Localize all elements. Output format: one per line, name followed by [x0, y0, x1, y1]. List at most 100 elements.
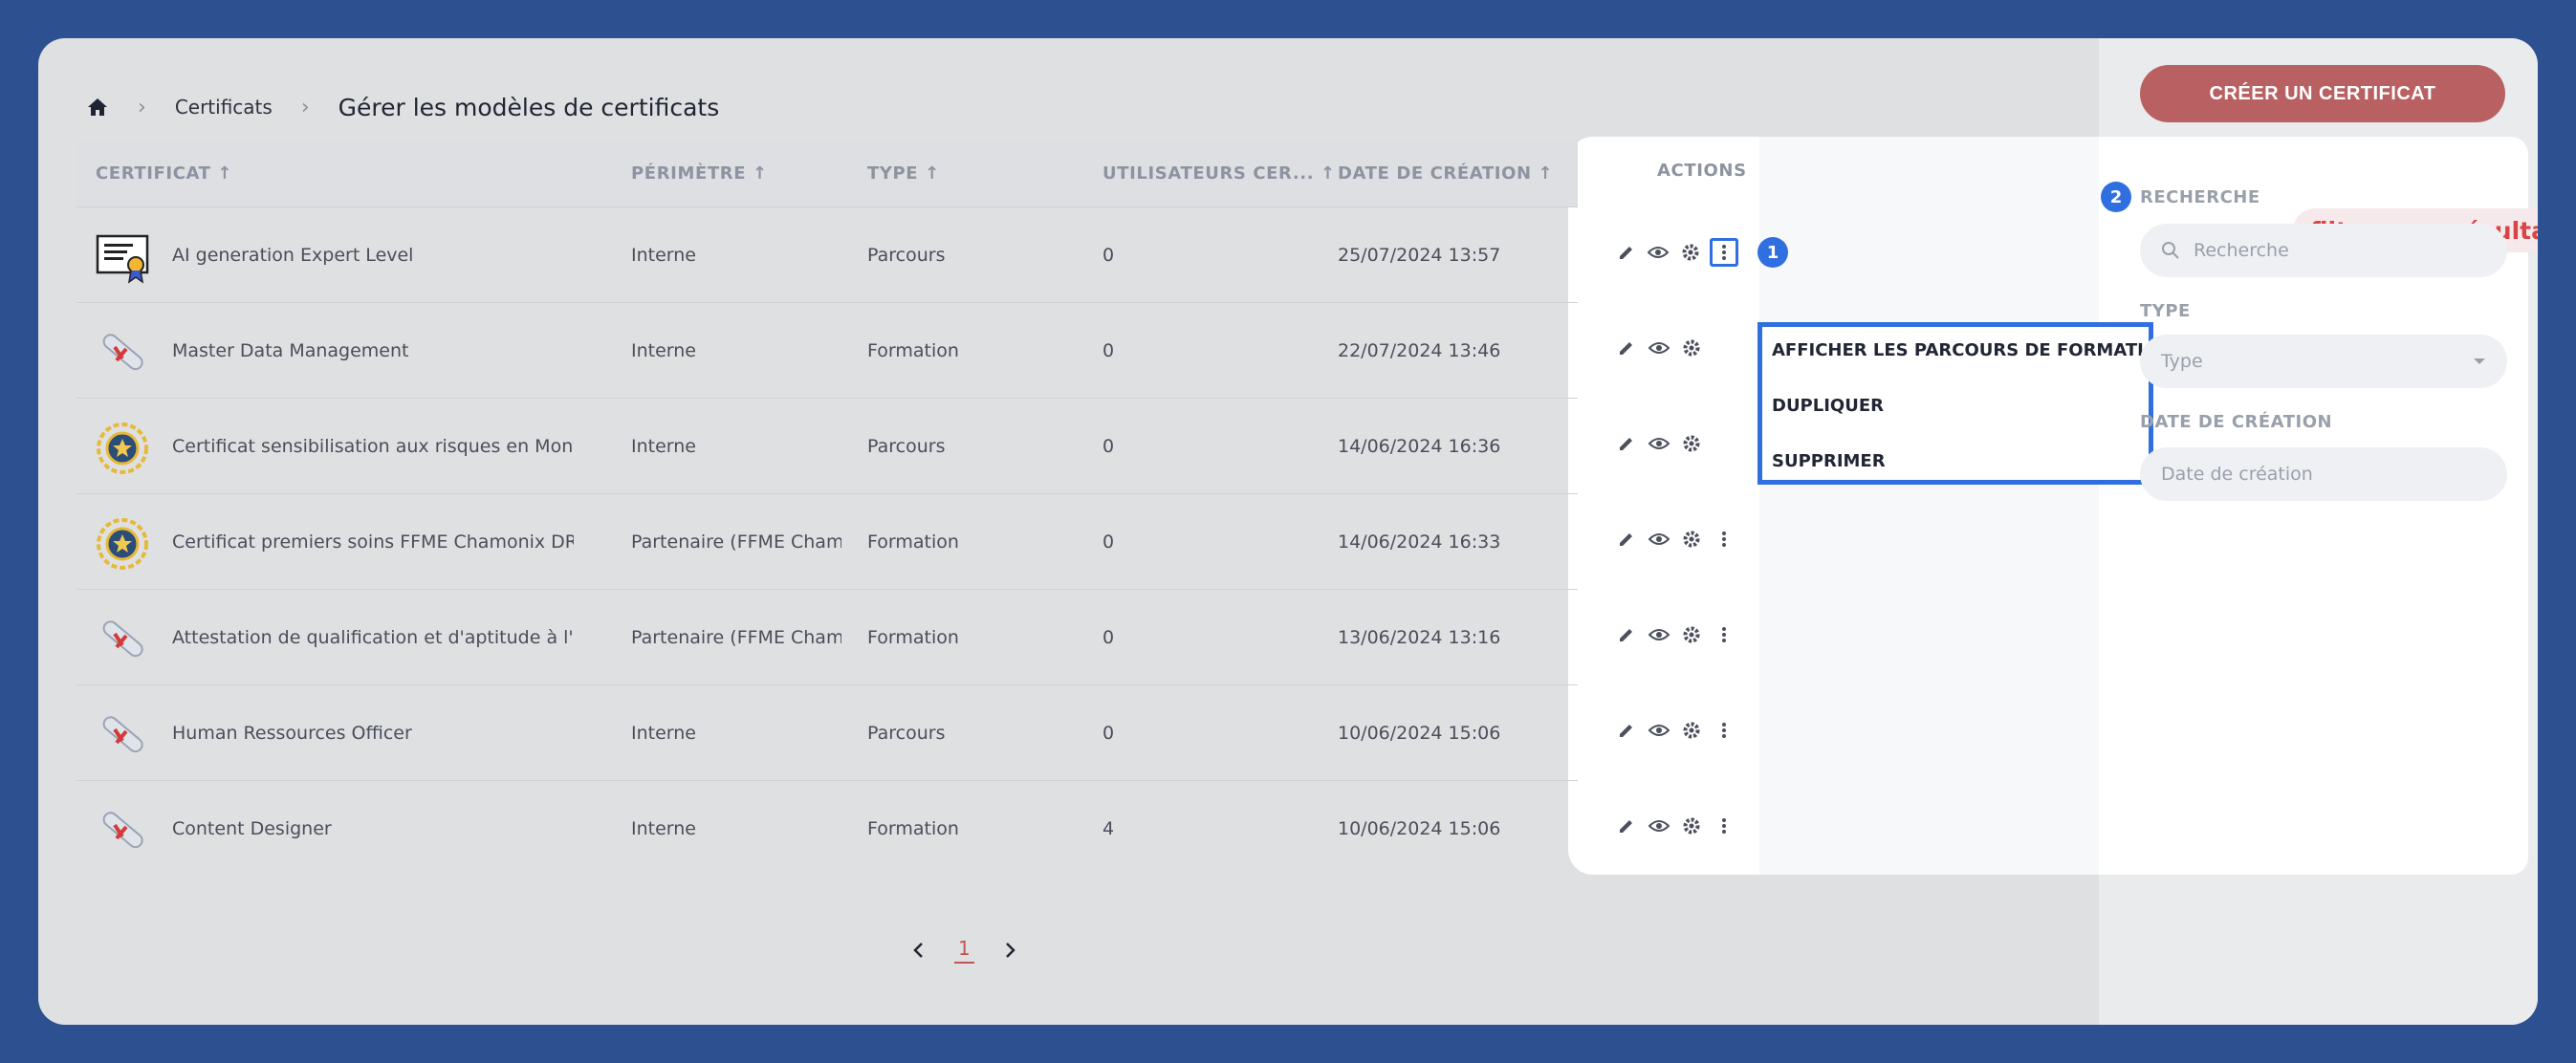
view-icon[interactable] [1646, 240, 1670, 265]
settings-icon[interactable] [1678, 240, 1702, 265]
col-header-users[interactable]: UTILISATEURS CER... ↑ [1102, 163, 1336, 184]
cert-users: 0 [1102, 626, 1115, 648]
cert-name: Content Designer [172, 817, 332, 839]
menu-delete[interactable]: SUPPRIMER [1772, 451, 1886, 471]
view-icon[interactable] [1647, 527, 1671, 552]
cert-type: Parcours [867, 722, 946, 744]
menu-area-highlight [1759, 137, 2099, 875]
col-header-certificat[interactable]: CERTIFICAT ↑ [96, 163, 232, 184]
cert-type: Formation [867, 817, 959, 839]
table-row[interactable]: Master Data Management Interne Formation… [76, 303, 1578, 399]
view-icon[interactable] [1647, 431, 1671, 456]
cert-perimetre: Interne [631, 435, 696, 457]
col-header-actions: ACTIONS [1657, 161, 1747, 181]
cert-type: Parcours [867, 435, 946, 457]
edit-icon[interactable] [1614, 527, 1639, 552]
table-row[interactable]: Human Ressources Officer Interne Parcour… [76, 685, 1578, 781]
diploma-scroll-icon [102, 620, 143, 658]
settings-icon[interactable] [1679, 622, 1704, 647]
cert-name: Attestation de qualification et d'aptitu… [172, 626, 574, 648]
table-row[interactable]: Certificat sensibilisation aux risques e… [76, 399, 1578, 494]
more-options-icon[interactable] [1712, 622, 1736, 647]
row-actions [1614, 812, 1738, 840]
settings-icon[interactable] [1679, 718, 1704, 743]
cert-users: 0 [1102, 435, 1115, 457]
main-card: › Certificats › Gérer les modèles de cer… [38, 38, 2538, 1025]
cert-type: Formation [867, 339, 959, 361]
cert-type: Formation [867, 531, 959, 553]
home-icon[interactable] [86, 96, 109, 119]
cert-type: Formation [867, 626, 959, 648]
diploma-scroll-icon [102, 716, 143, 753]
chevron-left-icon[interactable] [908, 940, 929, 961]
col-header-type[interactable]: TYPE ↑ [867, 163, 940, 184]
caret-down-icon [2474, 358, 2485, 364]
step-badge-1: 1 [1757, 237, 1788, 268]
chevron-right-icon: › [300, 95, 310, 119]
cert-users: 0 [1102, 531, 1115, 553]
cert-name: Certificat premiers soins FFME Chamonix … [172, 531, 574, 553]
chevron-right-icon[interactable] [999, 940, 1020, 961]
cert-name: AI generation Expert Level [172, 244, 414, 266]
step-badge-2: 2 [2101, 182, 2131, 212]
breadcrumb: › Certificats › Gérer les modèles de cer… [86, 88, 719, 126]
cert-date: 13/06/2024 13:16 [1338, 626, 1501, 648]
cert-users: 4 [1102, 817, 1115, 839]
table-row[interactable]: AI generation Expert Level Interne Parco… [76, 207, 1578, 303]
breadcrumb-certificats[interactable]: Certificats [175, 96, 273, 119]
page-number[interactable]: 1 [954, 937, 974, 964]
more-options-icon[interactable] [1712, 814, 1736, 838]
edit-icon[interactable] [1614, 718, 1639, 743]
type-select[interactable]: Type [2140, 335, 2507, 388]
cert-date: 25/07/2024 13:57 [1338, 244, 1501, 266]
cert-name: Human Ressources Officer [172, 722, 412, 744]
view-icon[interactable] [1647, 718, 1671, 743]
menu-duplicate[interactable]: DUPLIQUER [1772, 396, 1884, 416]
date-input[interactable]: Date de création [2140, 447, 2507, 501]
edit-icon[interactable] [1614, 814, 1639, 838]
row-actions [1614, 429, 1738, 458]
settings-icon[interactable] [1679, 431, 1704, 456]
search-icon [2162, 242, 2179, 259]
date-label: DATE DE CRÉATION [2140, 412, 2333, 432]
create-certificate-button[interactable]: CRÉER UN CERTIFICAT [2140, 65, 2505, 122]
settings-icon[interactable] [1679, 336, 1704, 360]
settings-icon[interactable] [1679, 527, 1704, 552]
more-options-icon[interactable] [1712, 718, 1736, 743]
type-placeholder: Type [2161, 351, 2203, 372]
cert-perimetre: Partenaire (FFME Chamo... [631, 626, 841, 648]
page-title: Gérer les modèles de certificats [338, 93, 720, 121]
view-icon[interactable] [1647, 622, 1671, 647]
search-input[interactable]: Recherche [2140, 224, 2507, 277]
view-icon[interactable] [1647, 336, 1671, 360]
edit-icon[interactable] [1614, 622, 1639, 647]
table-header: CERTIFICAT ↑ PÉRIMÈTRE ↑ TYPE ↑ UTILISAT… [76, 140, 1578, 207]
settings-icon[interactable] [1679, 814, 1704, 838]
more-options-icon[interactable] [1712, 527, 1736, 552]
col-header-date[interactable]: DATE DE CRÉATION ↑ [1338, 163, 1553, 184]
row-actions [1614, 334, 1738, 362]
table-row[interactable]: Attestation de qualification et d'aptitu… [76, 590, 1578, 685]
diploma-scroll-icon [102, 334, 143, 371]
cert-date: 10/06/2024 15:06 [1338, 817, 1501, 839]
more-options-icon[interactable] [1710, 238, 1738, 267]
edit-icon[interactable] [1614, 240, 1638, 265]
edit-icon[interactable] [1614, 336, 1639, 360]
search-placeholder: Recherche [2194, 240, 2289, 261]
col-header-perimetre[interactable]: PÉRIMÈTRE ↑ [631, 163, 768, 184]
cert-perimetre: Partenaire (FFME Chamo... [631, 531, 841, 553]
cert-perimetre: Interne [631, 339, 696, 361]
date-placeholder: Date de création [2161, 464, 2313, 485]
table-row[interactable]: Content Designer Interne Formation 4 10/… [76, 781, 1578, 876]
row-actions [1614, 525, 1738, 553]
certificates-table: CERTIFICAT ↑ PÉRIMÈTRE ↑ TYPE ↑ UTILISAT… [76, 140, 1578, 876]
type-label: TYPE [2140, 301, 2191, 321]
cert-date: 22/07/2024 13:46 [1338, 339, 1501, 361]
certificate-document-icon [96, 234, 149, 284]
chevron-right-icon: › [138, 95, 146, 119]
cert-date: 14/06/2024 16:33 [1338, 531, 1501, 553]
row-actions [1614, 716, 1738, 745]
edit-icon[interactable] [1614, 431, 1639, 456]
table-row[interactable]: Certificat premiers soins FFME Chamonix … [76, 494, 1578, 590]
view-icon[interactable] [1647, 814, 1671, 838]
